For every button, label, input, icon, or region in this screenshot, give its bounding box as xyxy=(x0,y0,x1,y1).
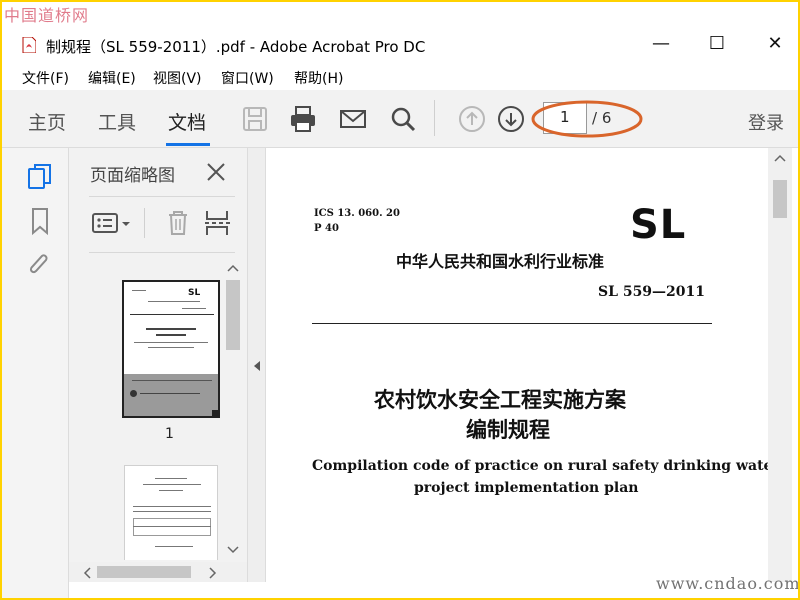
toolbar-separator xyxy=(434,100,435,136)
annotation-ellipse xyxy=(531,100,643,138)
extract-pages-icon[interactable] xyxy=(203,208,233,238)
doc-org-title: 中华人民共和国水利行业标准 xyxy=(396,252,605,271)
maximize-button[interactable]: ☐ xyxy=(702,32,732,56)
thumbnail-horizontal-scrollbar[interactable] xyxy=(69,562,247,582)
bookmark-icon[interactable] xyxy=(26,206,54,236)
thumbnail-list[interactable]: SL 1 xyxy=(69,260,247,560)
document-vertical-scrollbar[interactable] xyxy=(768,148,792,582)
doc-p-code: P 40 xyxy=(314,223,339,234)
menu-file[interactable]: 文件(F) xyxy=(22,68,69,88)
print-icon[interactable] xyxy=(288,104,318,134)
tab-home[interactable]: 主页 xyxy=(28,108,66,135)
menu-edit[interactable]: 编辑(E) xyxy=(88,68,136,88)
pages-icon[interactable] xyxy=(26,162,54,192)
watermark-url: www.cndao.com xyxy=(656,574,798,593)
doc-standard-code: SL 559—2011 xyxy=(598,284,706,300)
save-icon[interactable] xyxy=(240,104,270,134)
doc-title-cn-line1: 农村饮水安全工程实施方案 xyxy=(374,388,626,412)
delete-icon[interactable] xyxy=(163,208,193,238)
login-link[interactable]: 登录 xyxy=(748,109,784,135)
thumbnail-scroll-thumb[interactable] xyxy=(226,280,240,350)
menu-view[interactable]: 视图(V) xyxy=(153,68,202,88)
minimize-button[interactable]: — xyxy=(646,32,676,56)
menu-window[interactable]: 窗口(W) xyxy=(221,68,274,88)
doc-title-en-line2: project implementation plan xyxy=(414,480,639,496)
doc-scroll-thumb[interactable] xyxy=(773,180,787,218)
options-menu-icon[interactable] xyxy=(91,208,133,238)
left-navigation-rail xyxy=(2,148,69,598)
acrobat-pdf-icon xyxy=(22,37,36,53)
thumbnail-vertical-scrollbar[interactable] xyxy=(222,260,244,560)
page-thumbnail-1[interactable]: SL xyxy=(122,280,220,418)
close-window-button[interactable]: ✕ xyxy=(760,32,790,56)
previous-page-icon[interactable] xyxy=(457,104,487,134)
window-frame: 制规程（SL 559-2011）.pdf - Adobe Acrobat Pro… xyxy=(2,2,798,598)
scroll-down-icon[interactable] xyxy=(227,546,239,554)
scroll-left-icon[interactable] xyxy=(83,567,91,579)
collapse-arrow-icon[interactable] xyxy=(253,360,261,372)
page-thumbnail-2[interactable] xyxy=(124,465,218,560)
window-title: 制规程（SL 559-2011）.pdf - Adobe Acrobat Pro… xyxy=(46,38,426,56)
thumbnails-panel-title: 页面缩略图 xyxy=(90,166,175,186)
doc-title-en-line1: Compilation code of practice on rural sa… xyxy=(312,458,768,474)
watermark-logo: 中国道桥网 xyxy=(4,6,90,25)
menu-bar: 文件(F) 编辑(E) 视图(V) 窗口(W) 帮助(H) xyxy=(2,64,798,90)
title-bar: 制规程（SL 559-2011）.pdf - Adobe Acrobat Pro… xyxy=(2,24,798,64)
next-page-icon[interactable] xyxy=(496,104,526,134)
tab-tools[interactable]: 工具 xyxy=(98,108,136,135)
scroll-up-icon[interactable] xyxy=(227,264,239,272)
active-tab-indicator xyxy=(166,143,210,146)
doc-sl-logo: SL xyxy=(630,202,687,248)
close-panel-icon[interactable] xyxy=(205,161,227,183)
page-thumbnails-panel: 页面缩略图 SL 1 xyxy=(69,148,247,582)
tab-document[interactable]: 文档 xyxy=(168,108,206,135)
toolbar: 主页 工具 文档 1 / 6 登录 xyxy=(2,90,798,148)
doc-ics-code: ICS 13. 060. 20 xyxy=(314,208,400,219)
doc-scroll-up-icon[interactable] xyxy=(774,154,786,162)
doc-title-cn-line2: 编制规程 xyxy=(466,418,550,442)
scroll-right-icon[interactable] xyxy=(209,567,217,579)
attachment-icon[interactable] xyxy=(26,250,54,280)
panel-collapse-handle[interactable] xyxy=(247,148,266,582)
thumbnail-shaded-area xyxy=(124,374,218,416)
horizontal-scroll-thumb[interactable] xyxy=(97,566,191,578)
doc-divider xyxy=(312,323,712,324)
email-icon[interactable] xyxy=(338,104,368,134)
document-view[interactable]: ICS 13. 060. 20 P 40 SL 中华人民共和国水利行业标准 SL… xyxy=(266,148,768,582)
thumbnail-page-number: 1 xyxy=(165,426,174,442)
menu-help[interactable]: 帮助(H) xyxy=(294,68,343,88)
thumbnail-sl-logo: SL xyxy=(188,288,201,298)
search-icon[interactable] xyxy=(388,104,418,134)
